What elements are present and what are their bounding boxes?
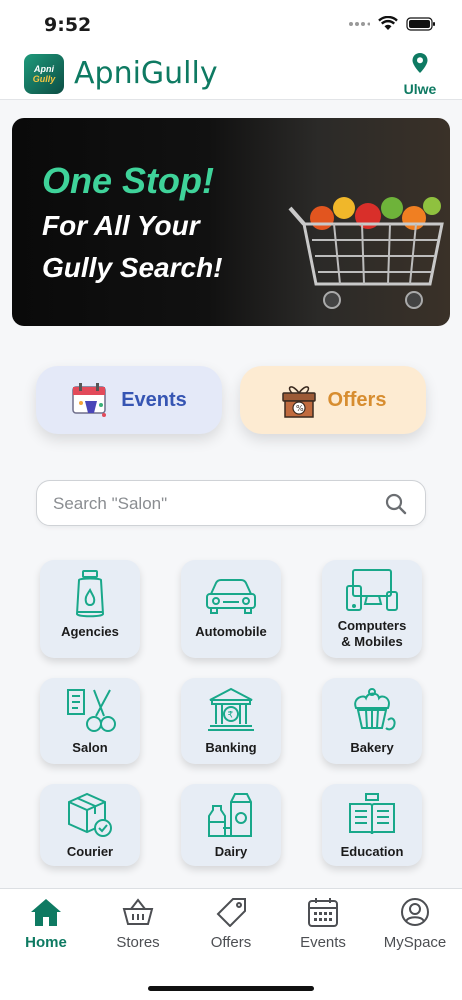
category-label: Salon (72, 740, 108, 755)
tag-icon (216, 898, 246, 928)
home-indicator (148, 986, 314, 991)
category-label: Automobile (195, 624, 267, 639)
category-label: Computers & Mobiles (337, 618, 407, 649)
banner-line-2: For All Your (42, 210, 200, 241)
banner-line-3: Gully Search! (42, 252, 223, 283)
wifi-icon (378, 16, 398, 30)
category-label: Education (340, 844, 404, 859)
category-label: Agencies (61, 624, 119, 639)
parcel-icon (68, 792, 112, 837)
logo-text-top: Apni (34, 64, 54, 74)
nav-offers-label: Offers (210, 934, 252, 951)
status-bar: 9:52 (0, 0, 462, 48)
nav-myspace[interactable]: MySpace (370, 897, 460, 951)
devices-icon (346, 569, 398, 611)
category-salon[interactable]: Salon (40, 678, 140, 764)
svg-text:₹: ₹ (228, 711, 234, 721)
calendar-icon (308, 898, 338, 927)
category-bakery[interactable]: Bakery (322, 678, 422, 764)
car-icon (206, 579, 256, 614)
app-title: ApniGully (74, 56, 218, 91)
gas-cylinder-icon (75, 570, 105, 618)
bottom-nav: Home Stores Offers Events MySpace (0, 888, 462, 1000)
events-button[interactable]: Events (36, 366, 222, 434)
offers-label: Offers (327, 388, 387, 411)
gift-box-icon: % (281, 386, 316, 418)
nav-stores[interactable]: Stores (93, 897, 183, 951)
events-calendar-icon (72, 383, 107, 417)
bank-icon: ₹ (208, 687, 254, 731)
status-time: 9:52 (44, 14, 92, 36)
category-courier[interactable]: Courier (40, 784, 140, 866)
battery-icon (406, 16, 435, 31)
app-header: Apni Gully ApniGully Ulwe (0, 48, 462, 100)
location-selector[interactable]: Ulwe (400, 52, 440, 97)
category-agencies[interactable]: Agencies (40, 560, 140, 658)
category-computers-mobiles[interactable]: Computers & Mobiles (322, 560, 422, 658)
promo-banner[interactable]: One Stop! For All Your Gully Search! (12, 118, 450, 326)
category-dairy[interactable]: Dairy (181, 784, 281, 866)
category-automobile[interactable]: Automobile (181, 560, 281, 658)
svg-text:%: % (296, 404, 304, 413)
book-icon (349, 793, 395, 835)
search-input[interactable] (53, 491, 373, 517)
profile-icon (401, 898, 429, 926)
logo-text-bottom: Gully (32, 74, 56, 84)
status-icons (348, 16, 436, 31)
app-logo: Apni Gully (24, 54, 64, 94)
category-label: Banking (205, 740, 257, 755)
signal-icon (349, 21, 370, 26)
search-bar[interactable] (36, 480, 426, 526)
offers-button[interactable]: % Offers (240, 366, 426, 434)
nav-home-label: Home (25, 934, 67, 951)
search-icon[interactable] (385, 493, 407, 515)
nav-events[interactable]: Events (278, 897, 368, 951)
banner-line-1: One Stop! (42, 160, 214, 201)
category-label: Courier (66, 844, 114, 859)
category-label: Bakery (350, 740, 394, 755)
nav-offers[interactable]: Offers (186, 897, 276, 951)
nav-stores-label: Stores (116, 934, 160, 951)
category-banking[interactable]: ₹ Banking (181, 678, 281, 764)
shopping-cart-image (288, 197, 444, 309)
category-label: Dairy (214, 844, 248, 859)
basket-icon (122, 898, 154, 925)
milk-icon (208, 793, 252, 837)
scissors-icon (67, 689, 116, 732)
nav-events-label: Events (300, 934, 346, 951)
nav-home[interactable]: Home (1, 897, 91, 951)
cupcake-icon (354, 688, 396, 731)
nav-myspace-label: MySpace (383, 934, 447, 951)
category-education[interactable]: Education (322, 784, 422, 866)
home-icon (31, 899, 61, 926)
location-pin-icon (412, 53, 428, 73)
location-label: Ulwe (403, 81, 437, 97)
events-label: Events (121, 388, 187, 411)
